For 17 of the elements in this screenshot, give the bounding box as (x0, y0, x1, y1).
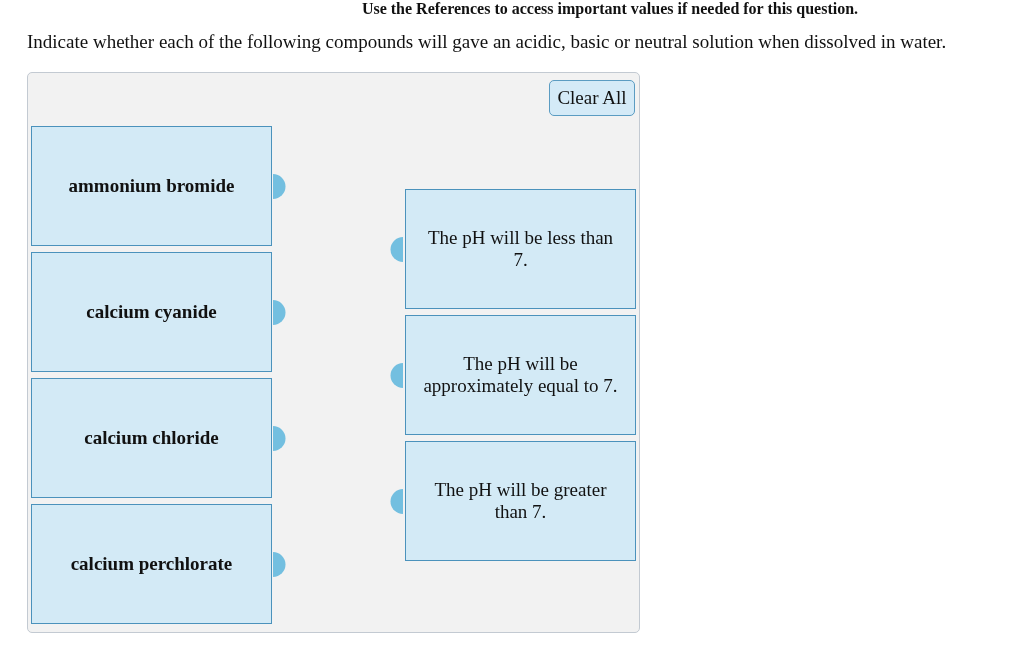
connector-icon[interactable] (273, 173, 286, 199)
compound-card[interactable]: calcium chloride (31, 378, 272, 498)
compound-card[interactable]: ammonium bromide (31, 126, 272, 246)
connector-icon[interactable] (273, 425, 286, 451)
connector-icon[interactable] (390, 236, 403, 262)
clear-all-button[interactable]: Clear All (549, 80, 635, 116)
question-instruction: Indicate whether each of the following compounds will gave an acidic, basic or neutral solution when dissolved in water. (27, 31, 948, 53)
compound-card[interactable]: calcium perchlorate (31, 504, 272, 624)
connector-icon[interactable] (390, 488, 403, 514)
connector-icon[interactable] (273, 299, 286, 325)
answer-card: The pH will be approximately equal to 7. (405, 315, 636, 435)
connector-icon[interactable] (390, 362, 403, 388)
references-notice: Use the References to access important values if needed for this question. (360, 0, 860, 17)
answer-card: The pH will be greater than 7. (405, 441, 636, 561)
answer-card: The pH will be less than 7. (405, 189, 636, 309)
connector-icon[interactable] (273, 551, 286, 577)
compound-card[interactable]: calcium cyanide (31, 252, 272, 372)
